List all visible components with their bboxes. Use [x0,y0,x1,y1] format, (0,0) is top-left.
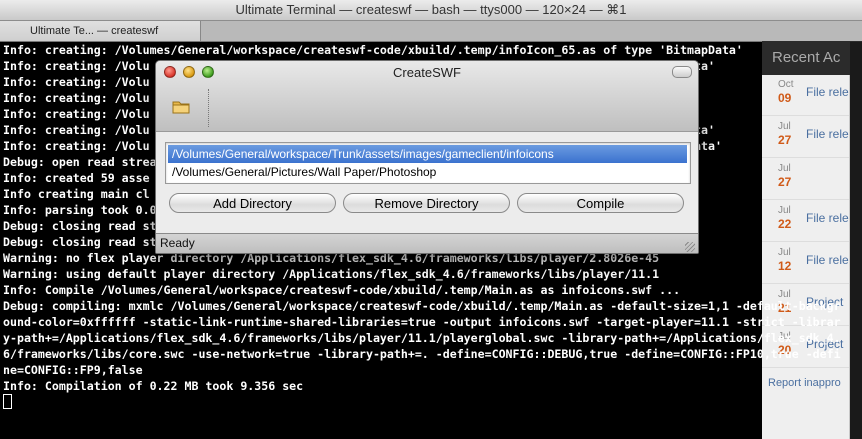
open-folder-button[interactable] [170,95,192,117]
terminal-line: Info: Compilation of 0.22 MB took 9.356 … [3,379,304,393]
createswf-titlebar[interactable]: CreateSWF [156,61,698,132]
terminal-scrollbar[interactable] [850,42,862,439]
directory-list[interactable]: /Volumes/General/workspace/Trunk/assets/… [165,142,691,184]
toolbar-separator [208,89,209,127]
terminal-line: y-path+=/Applications/flex_sdk_4.6/frame… [3,331,841,345]
status-text: Ready [160,236,195,250]
terminal-line: Info: creating: /Volumes/General/workspa… [3,43,743,57]
terminal-tabbar: Ultimate Te... — createswf [0,21,862,42]
directory-list-item[interactable]: /Volumes/General/Pictures/Wall Paper/Pho… [168,163,687,181]
createswf-title: CreateSWF [393,65,461,80]
status-bar: Ready [156,233,698,253]
directory-list-item-selected[interactable]: /Volumes/General/workspace/Trunk/assets/… [168,145,687,163]
terminal-line: Debug: compiling: mxmlc /Volumes/General… [3,299,841,313]
resize-grip-icon[interactable] [685,242,695,252]
toolbar-toggle-button[interactable] [672,66,692,78]
terminal-titlebar[interactable]: Ultimate Terminal — createswf — bash — t… [0,0,862,21]
terminal-prompt[interactable] [0,394,850,410]
terminal-line: Info: Compile /Volumes/General/workspace… [3,283,681,297]
add-directory-button[interactable]: Add Directory [169,193,336,213]
terminal-tab-label: Ultimate Te... — createswf [30,25,159,37]
remove-directory-button[interactable]: Remove Directory [343,193,510,213]
terminal-window-title: Ultimate Terminal — createswf — bash — t… [235,2,627,17]
terminal-line: 6/frameworks/libs/core.swc -use-network=… [3,347,841,361]
terminal-line: Warning: using default player directory … [3,267,660,281]
createswf-window: CreateSWF /Volumes/General/workspace/Tru… [155,60,699,254]
terminal-tab[interactable]: Ultimate Te... — createswf [0,21,201,41]
terminal-line: ne=CONFIG::FP9,false [3,363,143,377]
terminal-cursor [3,394,12,409]
folder-icon [172,101,190,114]
terminal-line: ound-color=0xffffff -static-link-runtime… [3,315,841,329]
compile-button[interactable]: Compile [517,193,684,213]
